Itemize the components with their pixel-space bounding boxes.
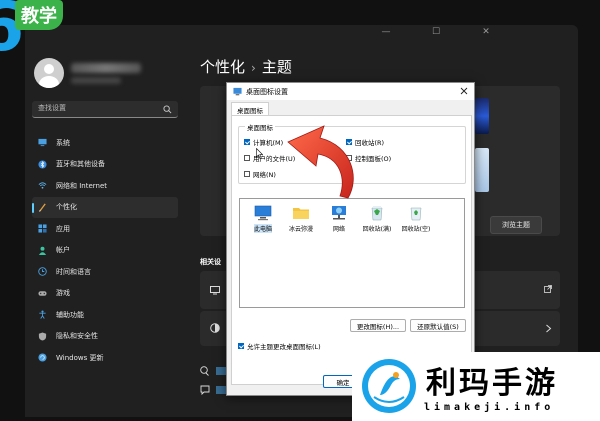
network-icon <box>332 206 346 220</box>
sidebar-item-accounts[interactable]: 帐户 <box>32 240 178 262</box>
wifi-icon <box>38 182 47 189</box>
checkbox-label: 允许主题更改桌面图标(L) <box>247 343 321 351</box>
sidebar-item-label: 系统 <box>56 138 70 147</box>
icon-label: 网络 <box>332 226 345 233</box>
shield-icon <box>38 332 47 341</box>
theme-thumbnail-light[interactable] <box>475 148 489 192</box>
icon-label: 回收站(满) <box>362 226 392 233</box>
minimize-icon[interactable]: — <box>380 27 392 37</box>
apps-icon <box>38 224 47 233</box>
checkbox-box[interactable] <box>238 343 244 349</box>
page-title: 个性化 › 主题 <box>200 56 292 77</box>
search-icon[interactable] <box>163 105 172 114</box>
browse-themes-button[interactable]: 浏览主题 <box>490 216 542 234</box>
close-icon[interactable] <box>458 85 470 97</box>
breadcrumb-separator: › <box>251 61 256 75</box>
sidebar-item-bluetooth[interactable]: 蓝牙和其他设备 <box>32 154 178 176</box>
tab-desktop-icons[interactable]: 桌面图标 <box>231 102 269 116</box>
search-input[interactable] <box>38 104 158 112</box>
icon-recycle-bin-full[interactable]: 回收站(满) <box>358 205 396 233</box>
mouse-cursor-icon <box>256 148 263 159</box>
globe-clock-icon <box>38 267 47 276</box>
icon-network[interactable]: 网络 <box>320 205 358 233</box>
sidebar-item-label: 游戏 <box>56 289 70 298</box>
sidebar-item-gaming[interactable]: 游戏 <box>32 283 178 305</box>
feedback-link-text[interactable] <box>216 386 226 394</box>
sidebar-item-label: 蓝牙和其他设备 <box>56 160 105 169</box>
sidebar-item-label: 时间和语言 <box>56 267 91 276</box>
brand-badge: 教学 <box>15 0 63 30</box>
sidebar-item-label: 个性化 <box>56 203 77 212</box>
desktop-settings-icon <box>233 87 242 96</box>
account-name-blurred <box>71 63 141 73</box>
feedback-icon[interactable] <box>200 385 210 395</box>
sidebar-item-system[interactable]: 系统 <box>32 132 178 154</box>
help-icon[interactable] <box>200 366 210 376</box>
external-link-icon <box>544 285 552 293</box>
sidebar-item-apps[interactable]: 应用 <box>32 218 178 240</box>
avatar[interactable] <box>34 58 64 88</box>
sidebar-item-label: 辅助功能 <box>56 310 84 319</box>
sidebar: 系统 蓝牙和其他设备 网络和 Internet 个性化 应用 帐户 时间和语言 <box>25 25 185 417</box>
sidebar-item-label: 隐私和安全性 <box>56 332 98 341</box>
icon-label: 冰云弥漫 <box>288 226 313 233</box>
breadcrumb-current: 主题 <box>261 58 292 76</box>
breadcrumb-parent[interactable]: 个性化 <box>200 58 245 76</box>
icon-this-pc[interactable]: 此电脑 <box>244 205 282 233</box>
maximize-icon[interactable]: ☐ <box>430 27 442 37</box>
sidebar-item-label: Windows 更新 <box>56 353 104 362</box>
watermark-logo-icon <box>362 359 416 413</box>
update-icon <box>38 353 47 362</box>
sidebar-item-network[interactable]: 网络和 Internet <box>32 175 178 197</box>
window-controls: — ☐ ✕ <box>380 27 492 37</box>
brand-logo: 6 教学 <box>0 0 105 62</box>
icon-recycle-bin-empty[interactable]: 回收站(空) <box>397 205 435 233</box>
recycle-bin-full-icon <box>371 206 383 221</box>
related-settings-label: 相关设 <box>200 258 221 266</box>
sidebar-item-label: 网络和 Internet <box>56 181 108 190</box>
theme-thumbnail-dark[interactable] <box>475 98 489 134</box>
contrast-icon <box>210 323 220 333</box>
monitor-icon <box>38 139 47 147</box>
chevron-right-icon <box>546 324 552 333</box>
bluetooth-icon <box>38 160 47 169</box>
get-help-link-text[interactable] <box>216 367 226 375</box>
sidebar-item-label: 应用 <box>56 224 70 233</box>
icon-user-folder[interactable]: 冰云弥漫 <box>282 205 320 233</box>
dialog-titlebar[interactable]: 桌面图标设置 <box>227 83 474 100</box>
watermark-subtitle: limakeji.info <box>424 402 555 413</box>
sidebar-item-windows-update[interactable]: Windows 更新 <box>32 347 178 369</box>
dialog-title: 桌面图标设置 <box>246 87 288 96</box>
sidebar-item-label: 帐户 <box>56 246 70 255</box>
desktop-icon-list[interactable]: 此电脑 冰云弥漫 网络 回收站(满) 回收站(空) <box>239 198 465 308</box>
search-box[interactable] <box>32 101 178 118</box>
account-email-blurred <box>71 77 121 84</box>
sidebar-item-accessibility[interactable]: 辅助功能 <box>32 304 178 326</box>
icon-label: 此电脑 <box>253 224 272 233</box>
sidebar-item-privacy[interactable]: 隐私和安全性 <box>32 326 178 348</box>
tutorial-arrow-icon <box>287 125 354 199</box>
watermark-banner: 利玛手游 limakeji.info <box>352 352 600 421</box>
this-pc-icon <box>254 205 272 221</box>
restore-default-button[interactable]: 还原默认值(S) <box>410 319 466 332</box>
recycle-bin-empty-icon <box>410 207 422 221</box>
sidebar-item-personalization[interactable]: 个性化 <box>32 196 178 218</box>
close-icon[interactable]: ✕ <box>480 27 492 37</box>
account-icon <box>38 246 47 255</box>
accessibility-icon <box>39 310 46 320</box>
sidebar-item-time-language[interactable]: 时间和语言 <box>32 261 178 283</box>
icon-label: 回收站(空) <box>401 226 431 233</box>
checkbox-allow-theme-change[interactable]: 允许主题更改桌面图标(L) <box>238 341 321 351</box>
monitor-outline-icon <box>210 286 220 295</box>
pen-icon <box>38 203 46 212</box>
gamepad-icon <box>38 291 47 296</box>
watermark-title: 利玛手游 <box>426 366 558 401</box>
sidebar-nav: 系统 蓝牙和其他设备 网络和 Internet 个性化 应用 帐户 时间和语言 <box>32 132 178 369</box>
change-icon-button[interactable]: 更改图标(H)... <box>350 319 406 332</box>
user-folder-icon <box>293 208 309 219</box>
